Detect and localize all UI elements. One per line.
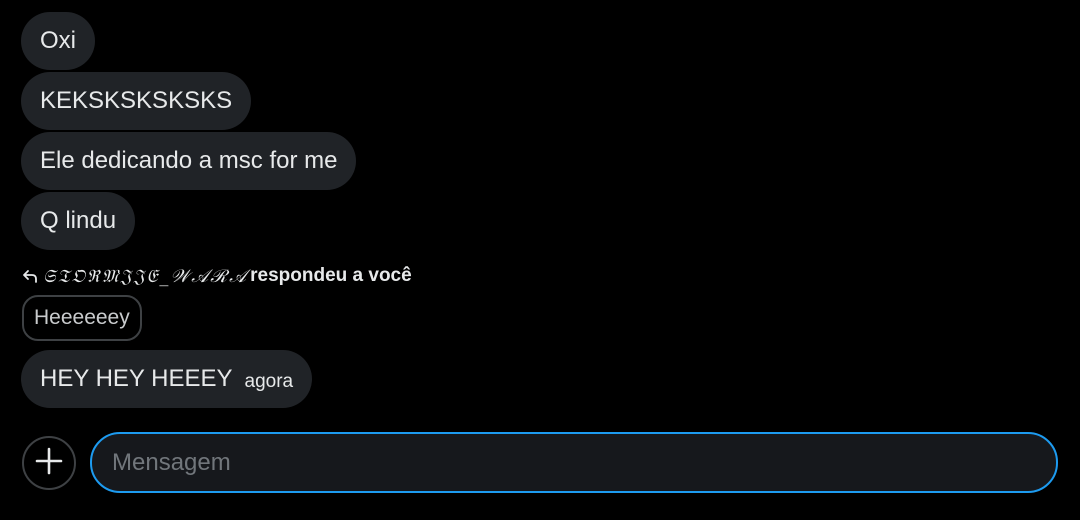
reply-header: 𝔖𝔗𝔒ℜ𝔐𝔍𝔍𝔈_𝒲𝒜ℛ𝒜 respondeu a você	[21, 263, 412, 289]
message-bubble[interactable]: Q lindu	[21, 192, 136, 250]
reply-arrow-icon	[21, 267, 39, 285]
message-bubble[interactable]: Oxi	[21, 12, 95, 70]
message-input[interactable]	[90, 432, 1058, 493]
message-timestamp: agora	[244, 371, 294, 392]
reply-sender-name[interactable]: 𝔖𝔗𝔒ℜ𝔐𝔍𝔍𝔈_𝒲𝒜ℛ𝒜	[43, 266, 248, 287]
message-row: KEKSKSKSKSKS	[21, 72, 1061, 130]
message-row: Q lindu	[21, 192, 1061, 250]
message-bubble[interactable]: Ele dedicando a msc for me	[21, 132, 357, 190]
message-row: Ele dedicando a msc for me	[21, 132, 1061, 190]
quoted-message[interactable]: Heeeeeey	[22, 295, 142, 341]
add-attachment-button[interactable]	[22, 436, 76, 490]
message-bubble[interactable]: HEY HEY HEEEY agora	[21, 350, 313, 408]
reply-action-text: respondeu a você	[250, 265, 412, 286]
message-row: Oxi	[21, 12, 1061, 70]
message-text: HEY HEY HEEEY	[40, 365, 233, 392]
plus-icon	[35, 447, 63, 480]
message-list: Oxi KEKSKSKSKSKS Ele dedicando a msc for…	[21, 12, 1061, 252]
message-composer	[22, 432, 1058, 494]
message-bubble[interactable]: KEKSKSKSKSKS	[21, 72, 252, 130]
